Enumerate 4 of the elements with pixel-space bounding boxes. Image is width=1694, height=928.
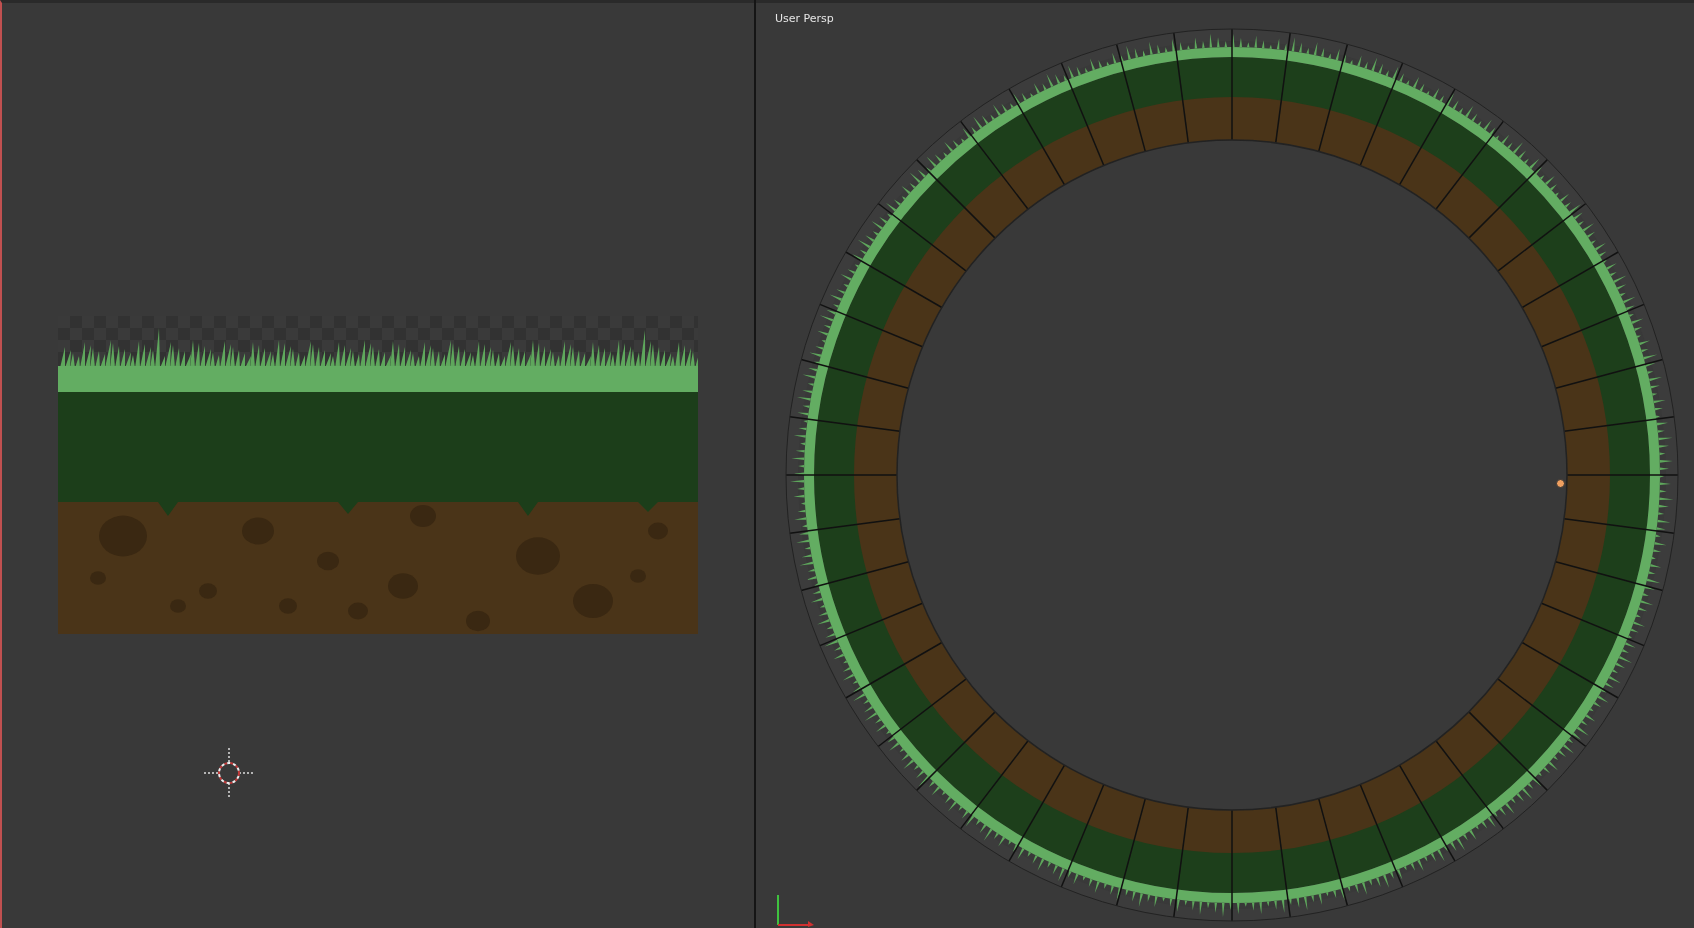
axis-gizmo-icon xyxy=(774,893,814,927)
pivot-point-icon xyxy=(1556,479,1565,488)
viewport-title: User Persp xyxy=(775,12,834,25)
3d-cursor-icon xyxy=(204,748,254,798)
